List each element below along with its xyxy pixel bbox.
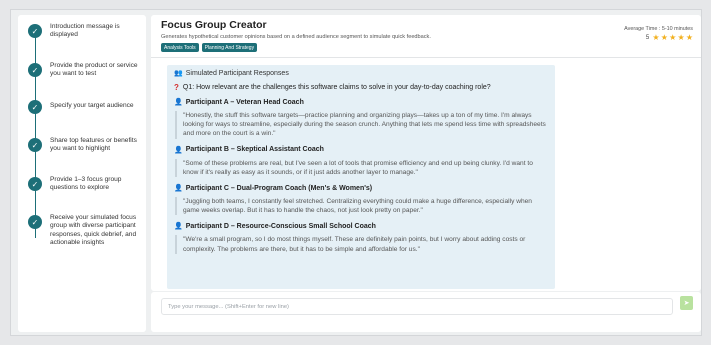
star-icon: ★ [660, 33, 668, 42]
participant-name-text: Participant A – Veteran Head Coach [185, 98, 304, 106]
step-1: ✓ Introduction message is displayed [28, 23, 146, 40]
participant-name: 👤 Participant A – Veteran Head Coach [174, 98, 549, 107]
check-icon: ✓ [28, 24, 42, 38]
page-subtitle: Generates hypothetical customer opinions… [161, 34, 431, 40]
step-4: ✓ Share top features or benefits you wan… [28, 137, 146, 154]
average-time: Average Time : 5-10 minutes [624, 26, 693, 32]
step-6: ✓ Receive your simulated focus group wit… [28, 214, 146, 247]
responses-heading: 👥 Simulated Participant Responses [174, 69, 549, 78]
question-mark-icon: ? [174, 83, 179, 92]
responses-heading-text: Simulated Participant Responses [185, 69, 289, 77]
star-icon: ★ [652, 33, 660, 42]
header-divider [151, 57, 701, 58]
step-label: Share top features or benefits you want … [50, 137, 137, 153]
people-icon: 👥 [174, 70, 183, 77]
participant-name-text: Participant D – Resource-Conscious Small… [185, 222, 376, 230]
step-label: Receive your simulated focus group with … [50, 214, 137, 246]
star-icon: ★ [677, 33, 685, 42]
participant-name: 👤 Participant C – Dual-Program Coach (Me… [174, 184, 549, 193]
responses-panel[interactable]: 👥 Simulated Participant Responses ? Q1: … [167, 65, 555, 289]
person-icon: 👤 [174, 99, 183, 106]
tag-list: Analysis Tools Planning And Strategy [161, 43, 258, 52]
participant-quote: "Honestly, the stuff this software targe… [175, 111, 549, 139]
message-composer: Type your message... (Shift+Enter for ne… [151, 292, 701, 332]
step-label: Introduction message is displayed [50, 23, 120, 39]
person-icon: 👤 [174, 146, 183, 154]
check-icon: ✓ [28, 138, 42, 152]
participant-quote: "We're a small program, so I do most thi… [175, 235, 549, 254]
steps-connector-line [35, 28, 36, 238]
person-icon: 👤 [174, 223, 183, 231]
star-icon: ★ [685, 33, 693, 42]
star-icon: ★ [669, 33, 677, 42]
check-icon: ✓ [28, 100, 42, 114]
step-5: ✓ Provide 1–3 focus group questions to e… [28, 176, 146, 193]
check-icon: ✓ [28, 63, 42, 77]
page-title: Focus Group Creator [161, 19, 267, 31]
send-icon: ➤ [683, 300, 690, 307]
rating-value: 5 [645, 35, 650, 41]
check-icon: ✓ [28, 177, 42, 191]
step-3: ✓ Specify your target audience [28, 99, 146, 114]
participant-quote: "Some of these problems are real, but I'… [175, 158, 549, 178]
message-input[interactable]: Type your message... (Shift+Enter for ne… [161, 298, 673, 315]
step-2: ✓ Provide the product or service you wan… [28, 62, 146, 79]
participant-name: 👤 Participant D – Resource-Conscious Sma… [174, 222, 549, 231]
question-text: Q1: How relevant are the challenges this… [182, 84, 491, 91]
step-label: Provide the product or service you want … [50, 62, 138, 78]
participant-name-text: Participant C – Dual-Program Coach (Men'… [185, 184, 373, 192]
tag-planning-strategy[interactable]: Planning And Strategy [201, 43, 258, 52]
tag-analysis-tools[interactable]: Analysis Tools [161, 43, 199, 52]
participant-name-text: Participant B – Skeptical Assistant Coac… [185, 146, 324, 154]
send-button[interactable]: ➤ [680, 296, 693, 310]
participant-name: 👤 Participant B – Skeptical Assistant Co… [174, 146, 549, 154]
person-icon: 👤 [174, 185, 183, 193]
step-label: Specify your target audience [50, 102, 134, 109]
participant-quote: "Juggling both teams, I constantly feel … [175, 197, 549, 216]
question: ? Q1: How relevant are the challenges th… [174, 83, 549, 92]
steps-sidebar: ✓ Introduction message is displayed ✓ Pr… [18, 15, 146, 332]
check-icon: ✓ [28, 215, 42, 229]
main-panel: Focus Group Creator Generates hypothetic… [151, 15, 701, 291]
step-label: Provide 1–3 focus group questions to exp… [50, 176, 122, 192]
rating: 5 ★ ★ ★ ★ ★ [646, 34, 693, 42]
